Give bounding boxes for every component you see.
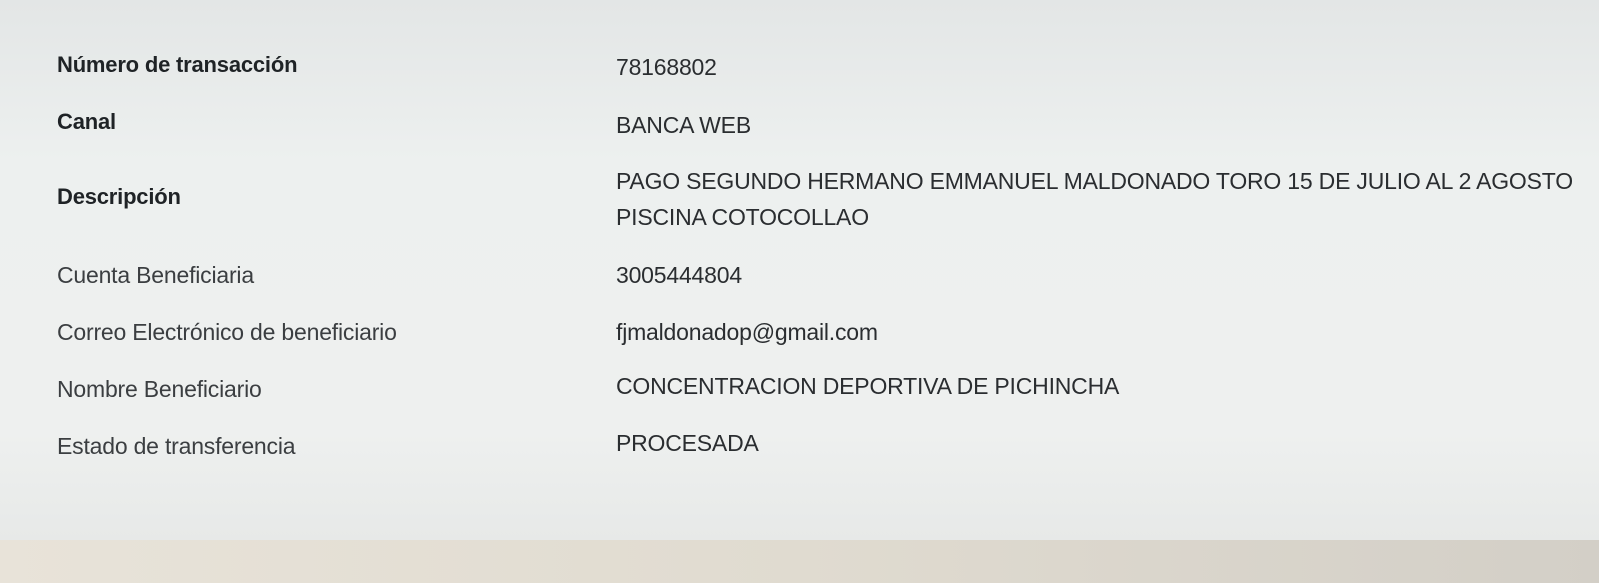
description-value-line2: PISCINA COTOCOLLAO xyxy=(616,204,869,230)
channel-label: Canal xyxy=(57,109,116,134)
description-value: PAGO SEGUNDO HERMANO EMMANUEL MALDONADO … xyxy=(616,163,1576,235)
transaction-number-label: Número de transacción xyxy=(57,52,298,77)
transfer-status-value: PROCESADA xyxy=(616,430,759,456)
beneficiary-account-value: 3005444804 xyxy=(616,262,742,288)
beneficiary-account-label: Cuenta Beneficiaria xyxy=(57,262,254,288)
transaction-number-value: 78168802 xyxy=(616,54,717,80)
beneficiary-email-label: Correo Electrónico de beneficiario xyxy=(57,319,397,345)
description-label: Descripción xyxy=(57,184,181,209)
description-value-line1: PAGO SEGUNDO HERMANO EMMANUEL MALDONADO … xyxy=(616,168,1573,194)
channel-value: BANCA WEB xyxy=(616,112,751,138)
beneficiary-name-value: CONCENTRACION DEPORTIVA DE PICHINCHA xyxy=(616,373,1120,399)
beneficiary-email-value: fjmaldonadop@gmail.com xyxy=(616,319,878,345)
bottom-strip xyxy=(0,540,1599,583)
beneficiary-name-label: Nombre Beneficiario xyxy=(57,376,262,402)
transfer-status-label: Estado de transferencia xyxy=(57,433,296,459)
